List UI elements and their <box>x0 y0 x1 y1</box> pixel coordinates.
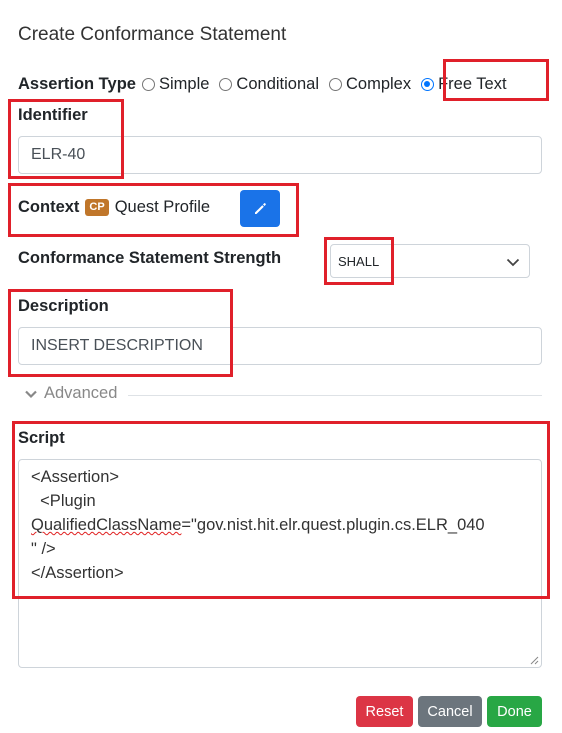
description-value: INSERT DESCRIPTION <box>31 337 203 354</box>
script-line-2: <Plugin <box>31 492 96 510</box>
advanced-label: Advanced <box>44 384 118 402</box>
assertion-type-row: Assertion Type Simple Conditional Comple… <box>18 72 511 96</box>
script-line-4: " /> <box>31 540 56 558</box>
strength-select[interactable]: SHALL <box>330 244 530 278</box>
script-attr-name: QualifiedClassName <box>31 516 182 534</box>
radio-simple-label: Simple <box>158 74 210 93</box>
radio-conditional-label: Conditional <box>236 74 319 93</box>
advanced-divider <box>128 395 542 396</box>
chevron-down-icon <box>506 258 520 267</box>
context-badge: CP <box>85 199 109 216</box>
done-button[interactable]: Done <box>487 696 542 727</box>
chevron-down-icon <box>25 390 37 398</box>
script-textarea[interactable]: <Assertion> <Plugin QualifiedClassName="g… <box>18 459 542 668</box>
reset-button[interactable]: Reset <box>356 696 413 727</box>
identifier-label: Identifier <box>18 106 88 124</box>
script-line-5: </Assertion> <box>31 564 124 582</box>
strength-label: Conformance Statement Strength <box>18 249 282 267</box>
modal-title: Create Conformance Statement <box>18 24 287 45</box>
radio-complex-label: Complex <box>345 74 412 93</box>
radio-conditional-circle[interactable] <box>219 77 233 91</box>
radio-complex[interactable]: Complex <box>323 75 411 94</box>
advanced-toggle[interactable]: Advanced <box>24 384 117 403</box>
context-label: Context <box>18 198 80 216</box>
resize-grip-icon[interactable] <box>529 655 539 665</box>
context-value: Quest Profile <box>114 198 211 216</box>
cancel-button[interactable]: Cancel <box>418 696 482 727</box>
script-label: Script <box>18 429 65 447</box>
script-attr-value: ="gov.nist.hit.elr.quest.plugin.cs.ELR_0… <box>181 516 485 534</box>
radio-complex-circle[interactable] <box>328 77 342 91</box>
pencil-icon <box>255 202 266 214</box>
script-line-1: <Assertion> <box>31 468 120 486</box>
radio-free-text-circle[interactable] <box>421 77 435 91</box>
radio-simple[interactable]: Simple <box>136 75 209 94</box>
radio-conditional[interactable]: Conditional <box>213 75 319 94</box>
radio-simple-circle[interactable] <box>141 77 155 91</box>
edit-context-button[interactable] <box>240 190 280 227</box>
context-row: Context CP Quest Profile <box>18 198 210 217</box>
script-line-3: QualifiedClassName="gov.nist.hit.elr.que… <box>31 513 529 537</box>
description-label: Description <box>18 297 109 315</box>
assertion-type-label: Assertion Type <box>18 74 136 93</box>
radio-free-text[interactable]: Free Text <box>415 74 507 94</box>
description-input[interactable]: INSERT DESCRIPTION <box>18 327 542 365</box>
identifier-value: ELR-40 <box>31 146 86 163</box>
identifier-input[interactable]: ELR-40 <box>18 136 542 174</box>
radio-free-text-label: Free Text <box>438 74 507 93</box>
strength-selected-value: SHALL <box>338 253 380 269</box>
